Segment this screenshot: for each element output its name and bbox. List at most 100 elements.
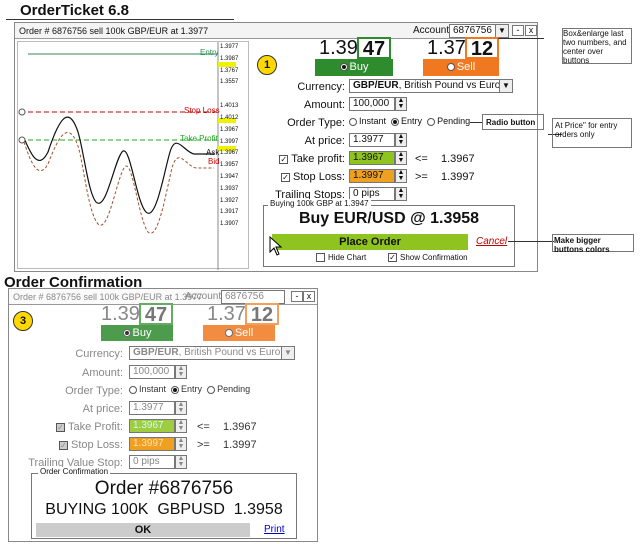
sell-label: Sell xyxy=(234,327,254,339)
buy-price-pips: 47 xyxy=(139,303,173,325)
minimize-button[interactable]: - xyxy=(512,25,524,36)
sell-button: Sell xyxy=(203,325,275,341)
take-profit-reference: 1.3967 xyxy=(223,421,257,433)
buy-button: Buy xyxy=(101,325,173,341)
stop-loss-row-label: ✓ Stop Loss: xyxy=(279,171,345,183)
take-profit-operator: <= xyxy=(197,421,210,433)
show-confirmation-checkbox[interactable]: ✓ xyxy=(388,253,397,263)
pending-radio[interactable]: Pending xyxy=(427,116,470,126)
stop-loss-row-label: ✓ Stop Loss: xyxy=(53,439,123,451)
place-order-button[interactable]: Place Order xyxy=(272,234,468,250)
buy-price-prefix: 1.39 xyxy=(101,303,140,325)
radio-icon xyxy=(224,329,233,338)
axis-tick: 1.3917 xyxy=(220,209,239,216)
buy-button[interactable]: Buy xyxy=(315,59,393,76)
cancel-link[interactable]: Cancel xyxy=(476,236,507,247)
stop-loss-checkbox[interactable]: ✓ xyxy=(281,172,291,182)
at-price-input[interactable]: 1.3977 xyxy=(349,133,395,147)
chevron-down-icon: ▼ xyxy=(495,25,508,37)
radio-icon xyxy=(339,63,348,72)
pending-label: Pending xyxy=(217,384,251,394)
currency-name: , British Pound vs Euro xyxy=(398,80,501,91)
account-label: Account: xyxy=(413,25,452,36)
order-summary-group: Buying 100k GBP at 1.3947 Buy EUR/USD @ … xyxy=(263,199,515,267)
annotation-arrow xyxy=(470,122,482,123)
amount-stepper[interactable]: ▲ ▼ xyxy=(395,97,407,111)
take-profit-stepper[interactable]: ▲ ▼ xyxy=(395,151,407,165)
at-price-label: At price: xyxy=(82,403,123,415)
account-value: 6876756 xyxy=(225,291,264,302)
stop-loss-reference: 1.3997 xyxy=(441,171,475,183)
take-profit-row-label: ✓ Take Profit: xyxy=(53,421,123,433)
bid-label: Bid xyxy=(208,157,220,166)
take-profit-input[interactable]: 1.3967 xyxy=(349,151,395,165)
close-button[interactable]: x xyxy=(525,25,537,36)
sell-price-pips: 12 xyxy=(245,303,279,325)
instant-radio: Instant xyxy=(129,384,166,394)
order-number: Order #6876756 xyxy=(94,478,234,499)
sell-price-prefix: 1.37 xyxy=(427,37,466,59)
order-type-radios: Instant Entry Pending xyxy=(349,116,470,126)
axis-tick: 1.4012 xyxy=(220,114,239,121)
entry-label: Entry xyxy=(401,116,423,126)
note-at-price: At Price" for entry orders only xyxy=(552,118,632,148)
show-confirmation-label: Show Confirmation xyxy=(400,253,468,262)
axis-tick: 1.3977 xyxy=(220,44,239,50)
account-select[interactable]: 6876756 ▼ xyxy=(449,24,509,38)
entry-radio: Entry xyxy=(171,384,202,394)
take-profit-row-label: ✓ Take profit: xyxy=(279,153,345,165)
take-profit-operator: <= xyxy=(415,153,428,165)
axis-tick: 1.3967 xyxy=(220,126,239,133)
axis-tick: 1.3557 xyxy=(220,79,239,86)
buy-label: Buy xyxy=(349,61,369,73)
group-legend: Buying 100k GBP at 1.3947 xyxy=(268,199,371,208)
amount-stepper: ▲ ▼ xyxy=(175,365,187,379)
minimize-button[interactable]: - xyxy=(291,291,303,302)
amount-input[interactable]: 100,000 xyxy=(349,97,395,111)
currency-select[interactable]: GBP/EUR, British Pound vs Euro ▼ xyxy=(349,79,513,93)
close-button[interactable]: x xyxy=(303,291,315,302)
price-axis: 1.3977 1.3987 1.3767 1.3557 1.4013 1.401… xyxy=(220,42,248,231)
take-profit-checkbox[interactable]: ✓ xyxy=(279,154,289,164)
stop-loss-line-label: Stop Loss xyxy=(184,106,220,115)
stop-loss-label: Stop Loss: xyxy=(293,171,345,183)
order-type-radios: Instant Entry Pending xyxy=(129,384,250,394)
take-profit-stepper: ▲ ▼ xyxy=(175,419,187,433)
axis-tick: 1.3907 xyxy=(220,221,239,228)
hide-chart-checkbox[interactable] xyxy=(316,253,325,263)
stop-loss-stepper[interactable]: ▲ ▼ xyxy=(395,169,407,183)
hide-chart-label: Hide Chart xyxy=(328,253,367,262)
at-price-stepper[interactable]: ▲ ▼ xyxy=(395,133,407,147)
print-link[interactable]: Print xyxy=(264,524,285,535)
trailing-stops-stepper[interactable]: ▲ ▼ xyxy=(395,187,407,201)
hide-chart-option[interactable]: Hide Chart xyxy=(316,253,367,263)
buy-price-prefix: 1.39 xyxy=(319,37,358,59)
trailing-stop-stepper: ▲ ▼ xyxy=(175,455,187,469)
ok-button[interactable]: OK xyxy=(36,523,250,537)
show-confirmation-option[interactable]: ✓ Show Confirmation xyxy=(388,253,468,263)
instant-label: Instant xyxy=(139,384,167,394)
order-details: BUYING 100K GBPUSD 1.3958 xyxy=(45,501,283,518)
group-legend: Order Confirmation xyxy=(38,467,111,476)
order-type-label: Order Type: xyxy=(287,117,345,129)
step-badge: 1 xyxy=(257,55,277,75)
window-title: Order # 6876756 sell 100k GBP/EUR at 1.3… xyxy=(19,25,209,36)
annotation-arrow xyxy=(498,38,544,39)
entry-radio[interactable]: Entry xyxy=(391,116,422,126)
stop-loss-input[interactable]: 1.3997 xyxy=(349,169,395,183)
stop-loss-input: 1.3997 xyxy=(129,437,175,451)
take-profit-reference: 1.3967 xyxy=(441,153,475,165)
take-profit-input: 1.3967 xyxy=(129,419,175,433)
currency-select: GBP/EUR, British Pound vs Euro ▼ xyxy=(129,346,295,360)
stop-loss-label: Stop Loss: xyxy=(71,439,123,451)
axis-tick: 1.3767 xyxy=(220,67,239,74)
sell-button[interactable]: Sell xyxy=(423,59,499,76)
amount-input: 100,000 xyxy=(129,365,175,379)
stop-loss-reference: 1.3997 xyxy=(223,439,257,451)
ask-label: Ask xyxy=(206,148,220,157)
note-bigger-buttons: Make bigger buttons colors xyxy=(552,234,634,254)
pending-label: Pending xyxy=(437,116,471,126)
page-title: OrderTicket 6.8 xyxy=(20,2,129,19)
note-box-enlarge: Box&enlarge last two numbers, and center… xyxy=(562,28,632,65)
instant-radio[interactable]: Instant xyxy=(349,116,386,126)
